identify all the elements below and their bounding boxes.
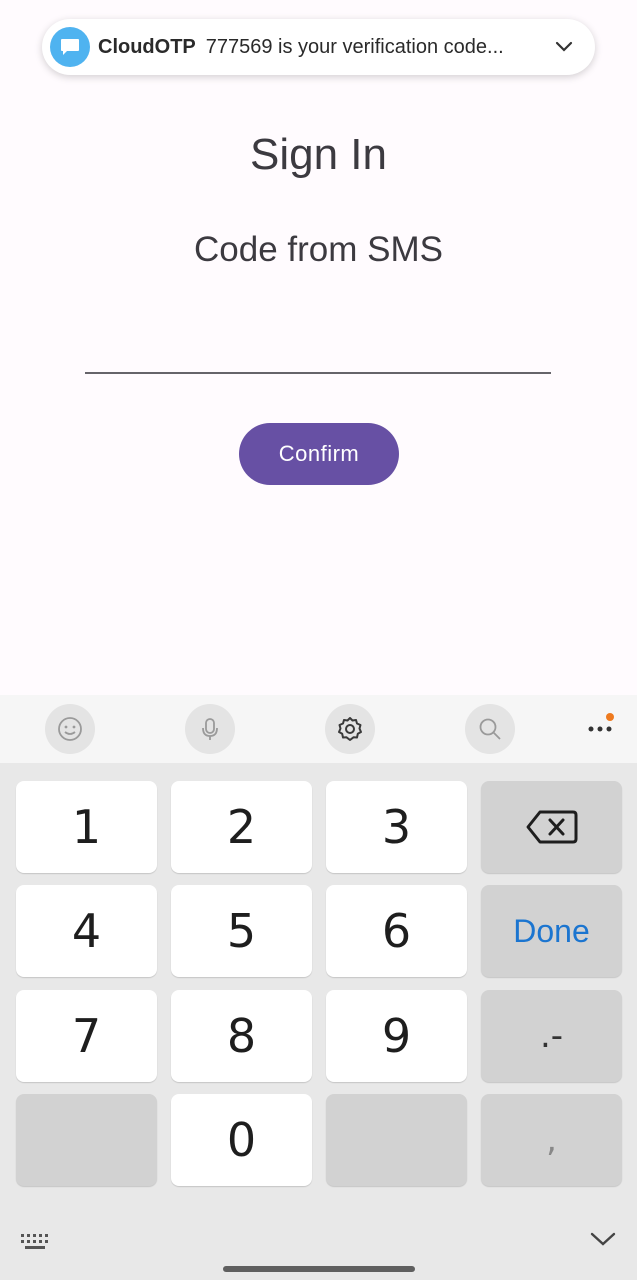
- numeric-keyboard: 1 2 3 4 5 6 Done 7 8 9 .- 0 ,: [0, 763, 637, 1280]
- chevron-down-icon[interactable]: [555, 41, 573, 53]
- hide-keyboard-icon[interactable]: [590, 1231, 616, 1252]
- comma-key[interactable]: ,: [481, 1094, 622, 1186]
- code-label: Code from SMS: [194, 230, 443, 269]
- key-3[interactable]: 3: [326, 781, 467, 873]
- key-1[interactable]: 1: [16, 781, 157, 873]
- notification-app-name: CloudOTP: [98, 35, 196, 58]
- sms-code-input[interactable]: [85, 320, 551, 374]
- dot-dash-key[interactable]: .-: [481, 990, 622, 1082]
- key-7[interactable]: 7: [16, 990, 157, 1082]
- backspace-key[interactable]: [481, 781, 622, 873]
- notification-message: 777569 is your verification code...: [205, 35, 504, 58]
- key-8[interactable]: 8: [171, 990, 312, 1082]
- confirm-button[interactable]: Confirm: [239, 423, 399, 485]
- emoji-icon[interactable]: [45, 704, 95, 754]
- key-2[interactable]: 2: [171, 781, 312, 873]
- keyboard-switch-icon[interactable]: [20, 1232, 50, 1257]
- settings-icon[interactable]: [325, 704, 375, 754]
- blank-key-right: [326, 1094, 467, 1186]
- notification-badge: [606, 713, 614, 721]
- microphone-icon[interactable]: [185, 704, 235, 754]
- key-6[interactable]: 6: [326, 885, 467, 977]
- key-4[interactable]: 4: [16, 885, 157, 977]
- blank-key-left: [16, 1094, 157, 1186]
- backspace-icon: [526, 810, 577, 844]
- keyboard-toolbar: [0, 695, 637, 763]
- key-5[interactable]: 5: [171, 885, 312, 977]
- page-title: Sign In: [250, 130, 387, 179]
- sms-notification[interactable]: CloudOTP 777569 is your verification cod…: [42, 19, 595, 75]
- key-9[interactable]: 9: [326, 990, 467, 1082]
- home-indicator[interactable]: [223, 1266, 415, 1272]
- key-0[interactable]: 0: [171, 1094, 312, 1186]
- done-key[interactable]: Done: [481, 885, 622, 977]
- search-icon[interactable]: [465, 704, 515, 754]
- more-icon[interactable]: [578, 709, 622, 749]
- message-icon: [50, 27, 90, 67]
